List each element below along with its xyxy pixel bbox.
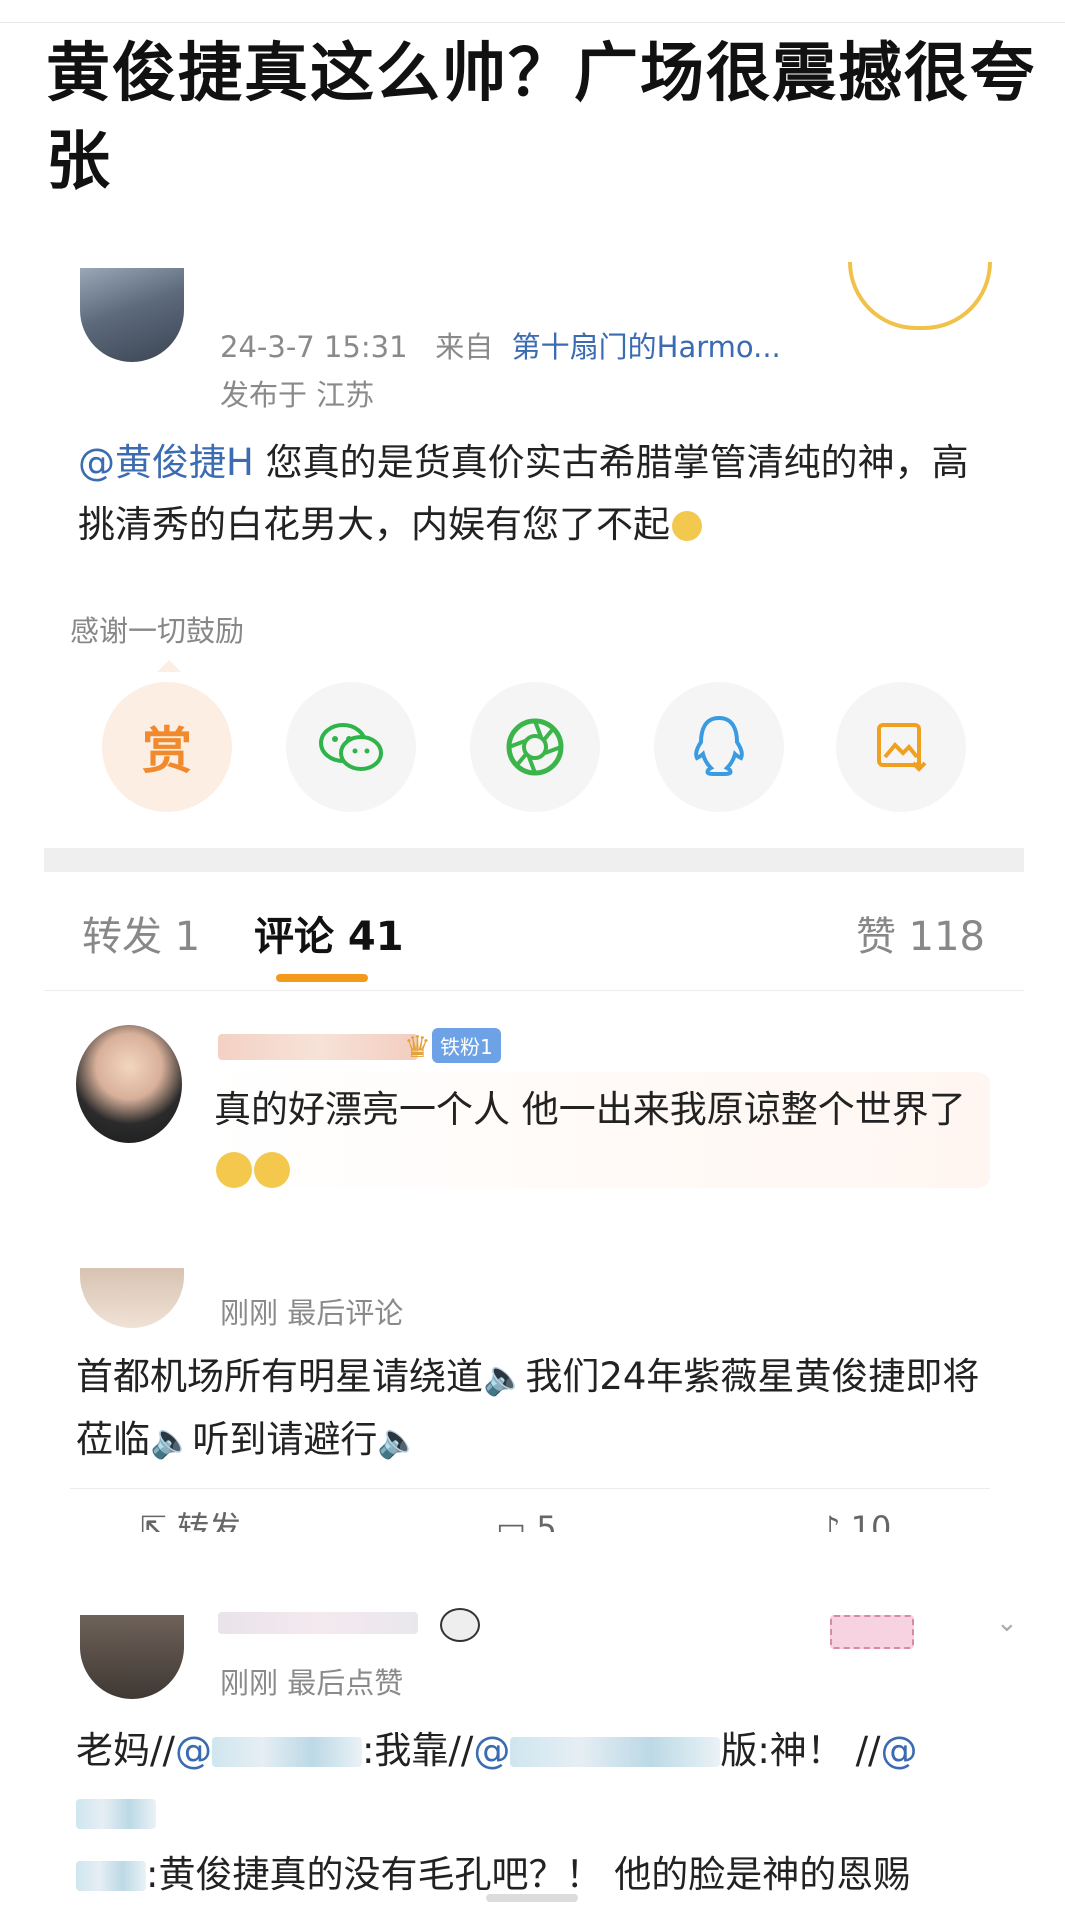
obscured-username[interactable]: [76, 1861, 146, 1891]
post-from-label: 来自: [435, 330, 494, 364]
tab-likes[interactable]: 赞 118: [856, 904, 985, 962]
feed-text-part: 首都机场所有明星请绕道: [76, 1355, 483, 1398]
speaker-icon: 🔈: [150, 1421, 193, 1461]
top-divider: [0, 22, 1065, 23]
feed-avatar[interactable]: [80, 1615, 184, 1699]
fan-badge: 铁粉1: [432, 1028, 501, 1063]
section-separator: [44, 848, 1024, 872]
repost-action-label: 转发: [176, 1510, 241, 1532]
panda-emoji-icon: [440, 1608, 480, 1642]
speaker-icon: 🔈: [483, 1358, 526, 1398]
reward-label: 赏: [142, 722, 192, 780]
feed-text-part: :我靠//: [361, 1729, 474, 1772]
share-wechat-button[interactable]: [286, 682, 416, 812]
sticker-decoration: [830, 1615, 914, 1649]
wechat-icon: [319, 723, 383, 771]
feed-meta: 刚刚 最后点赞: [220, 1660, 403, 1702]
feed-status: 最后点赞: [287, 1666, 404, 1700]
crying-emoji-icon: [216, 1152, 252, 1188]
comment-action-count: 5: [536, 1510, 557, 1532]
post-timestamp: 24-3-7 15:31: [220, 330, 408, 364]
speaker-icon: 🔈: [377, 1421, 420, 1461]
chevron-down-icon[interactable]: ⌄: [996, 1608, 1018, 1638]
home-indicator[interactable]: [486, 1894, 578, 1902]
comment-text-content: 真的好漂亮一个人 他一出来我原谅整个世界了: [214, 1088, 966, 1131]
tab-comments[interactable]: 评论 41: [254, 904, 404, 962]
commenter-name-obscured[interactable]: [218, 1034, 418, 1060]
feed-text-part: 老妈//: [76, 1729, 175, 1772]
moments-icon: [506, 718, 564, 776]
save-image-icon: [877, 723, 927, 772]
repost-action[interactable]: ⇱ 转发: [140, 1510, 241, 1532]
feed-name-obscured[interactable]: [218, 1612, 418, 1634]
post-location: 发布于 江苏: [220, 378, 375, 412]
feed-time: 刚刚: [220, 1666, 279, 1700]
feed-status: 最后评论: [287, 1296, 404, 1330]
crown-icon: ♛: [404, 1030, 431, 1065]
crying-emoji-icon: [254, 1152, 290, 1188]
like-action[interactable]: ♪ 10: [820, 1510, 891, 1532]
feed-meta: 刚刚 最后评论: [220, 1290, 403, 1332]
feed-text-part: 版:神！ //: [720, 1729, 881, 1772]
feed-avatar[interactable]: [80, 1268, 184, 1328]
mention-link[interactable]: @黄俊捷H: [78, 441, 254, 484]
feed-text-part: :黄俊捷真的没有毛孔吧？！ 他的脸是神的恩赐: [146, 1853, 911, 1896]
feed-post-text: 老妈//@:我靠//@ 版:神！ //@:黄俊捷真的没有毛孔吧？！ 他的脸是神的恩…: [76, 1720, 996, 1906]
thanks-caret: [157, 660, 181, 672]
reward-button[interactable]: 赏: [102, 682, 232, 812]
at-icon: @: [174, 1729, 212, 1772]
active-tab-indicator: [276, 974, 368, 982]
at-icon: @: [880, 1729, 918, 1772]
post-body: @黄俊捷H 您真的是货真价实古希腊掌管清纯的神，高挑清秀的白花男大，内娱有您了不…: [78, 432, 978, 556]
like-action-count: 10: [850, 1510, 892, 1532]
emoji-icon: [672, 511, 702, 541]
poster-avatar[interactable]: [80, 268, 184, 362]
obscured-username[interactable]: [211, 1737, 362, 1767]
comment-action[interactable]: ▭ 5: [496, 1510, 557, 1532]
comment-text: 真的好漂亮一个人 他一出来我原谅整个世界了: [214, 1080, 984, 1200]
at-icon: @: [473, 1729, 511, 1772]
obscured-username[interactable]: [510, 1737, 721, 1767]
save-image-button[interactable]: [836, 682, 966, 812]
post-meta: 24-3-7 15:31 来自 第十扇门的Harmo...: [220, 324, 781, 366]
feed-time: 刚刚: [220, 1296, 279, 1330]
page-headline: 黄俊捷真这么帅？广场很震撼很夸张: [46, 37, 1036, 199]
share-moments-button[interactable]: [470, 682, 600, 812]
thanks-label: 感谢一切鼓励: [70, 614, 245, 648]
commenter-avatar[interactable]: [76, 1025, 182, 1143]
row-divider: [70, 1488, 990, 1489]
avatar-decoration: [848, 262, 992, 330]
tab-divider: [44, 990, 1024, 991]
feed-text-part: 听到请避行: [192, 1418, 378, 1461]
post-source-link[interactable]: 第十扇门的Harmo...: [512, 330, 781, 364]
obscured-username[interactable]: [76, 1799, 156, 1829]
share-qq-button[interactable]: [654, 682, 784, 812]
qq-icon: [694, 715, 744, 776]
tab-repost[interactable]: 转发 1: [82, 904, 200, 962]
feed-post-text: 首都机场所有明星请绕道🔈我们24年紫薇星黄俊捷即将莅临🔈听到请避行🔈: [76, 1346, 996, 1472]
